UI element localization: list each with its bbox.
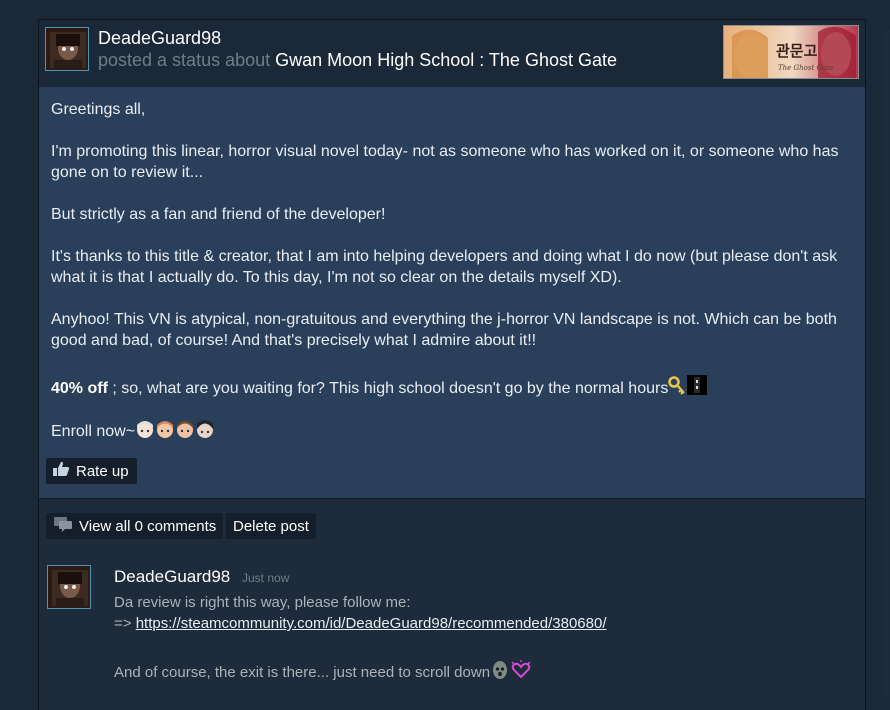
commenter-avatar[interactable]	[47, 565, 91, 609]
page-scrollbar[interactable]	[884, 30, 890, 696]
svg-text:The Ghost Gate: The Ghost Gate	[778, 64, 833, 72]
rate-up-button[interactable]: Rate up	[46, 458, 137, 484]
divider	[39, 498, 865, 499]
door-emoticon	[686, 374, 708, 402]
post-body: Greetings all, I'm promoting this linear…	[39, 87, 865, 498]
face-emoticon	[175, 419, 195, 445]
review-link[interactable]: https://steamcommunity.com/id/DeadeGuard…	[136, 615, 607, 632]
comment-spacer	[114, 634, 854, 660]
post-author-name[interactable]: DeadeGuard98	[98, 28, 221, 49]
discount-text: 40% off	[51, 380, 108, 397]
status-prefix: posted a status about	[98, 50, 271, 70]
comment-line-exit: And of course, the exit is there... just…	[114, 660, 854, 686]
comment-timestamp: Just now	[242, 571, 290, 585]
delete-post-button[interactable]: Delete post	[226, 513, 316, 539]
thumbs-up-icon	[52, 461, 70, 481]
comment-body: Da review is right this way, please foll…	[114, 592, 854, 686]
enroll-text: Enroll now~	[51, 423, 136, 440]
speech-bubble-icon	[53, 516, 73, 536]
post-paragraph: Greetings all,	[51, 101, 146, 118]
comment-arrow: =>	[114, 615, 136, 632]
game-banner-image[interactable]: 관문고 The Ghost Gate	[723, 25, 859, 79]
post-paragraph: But strictly as a fan and friend of the …	[51, 206, 386, 223]
view-comments-label: View all 0 comments	[79, 517, 217, 535]
key-emoticon	[668, 376, 686, 402]
face-emoticon	[195, 419, 215, 445]
delete-post-label: Delete post	[233, 517, 309, 535]
sparkle-heart-emoticon	[510, 660, 532, 686]
post-paragraph: It's thanks to this title & creator, tha…	[51, 248, 838, 286]
post-paragraph-enroll: Enroll now~	[51, 419, 851, 445]
post-paragraph: Anyhoo! This VN is atypical, non-gratuit…	[51, 311, 837, 349]
status-line: posted a status about Gwan Moon High Sch…	[98, 50, 617, 71]
ghost-emoticon	[490, 660, 510, 686]
comment-line: Da review is right this way, please foll…	[114, 594, 411, 611]
comment-link-line: => https://steamcommunity.com/id/DeadeGu…	[114, 613, 854, 634]
post-paragraph-sale: 40% off ; so, what are you waiting for? …	[51, 374, 851, 402]
comment-exit-text: And of course, the exit is there... just…	[114, 664, 491, 681]
face-emoticon	[135, 419, 155, 445]
svg-text:관문고: 관문고	[776, 42, 818, 60]
comment-author-name[interactable]: DeadeGuard98	[114, 567, 230, 587]
view-comments-button[interactable]: View all 0 comments	[46, 513, 224, 539]
author-avatar[interactable]	[45, 27, 89, 71]
status-post-panel: DeadeGuard98 posted a status about Gwan …	[38, 19, 866, 710]
face-emoticon	[155, 419, 175, 445]
rate-up-label: Rate up	[76, 462, 129, 480]
sale-text: ; so, what are you waiting for? This hig…	[107, 380, 669, 397]
post-paragraph: I'm promoting this linear, horror visual…	[51, 143, 839, 181]
game-title-link[interactable]: Gwan Moon High School : The Ghost Gate	[275, 50, 617, 70]
post-header: DeadeGuard98 posted a status about Gwan …	[39, 20, 865, 87]
